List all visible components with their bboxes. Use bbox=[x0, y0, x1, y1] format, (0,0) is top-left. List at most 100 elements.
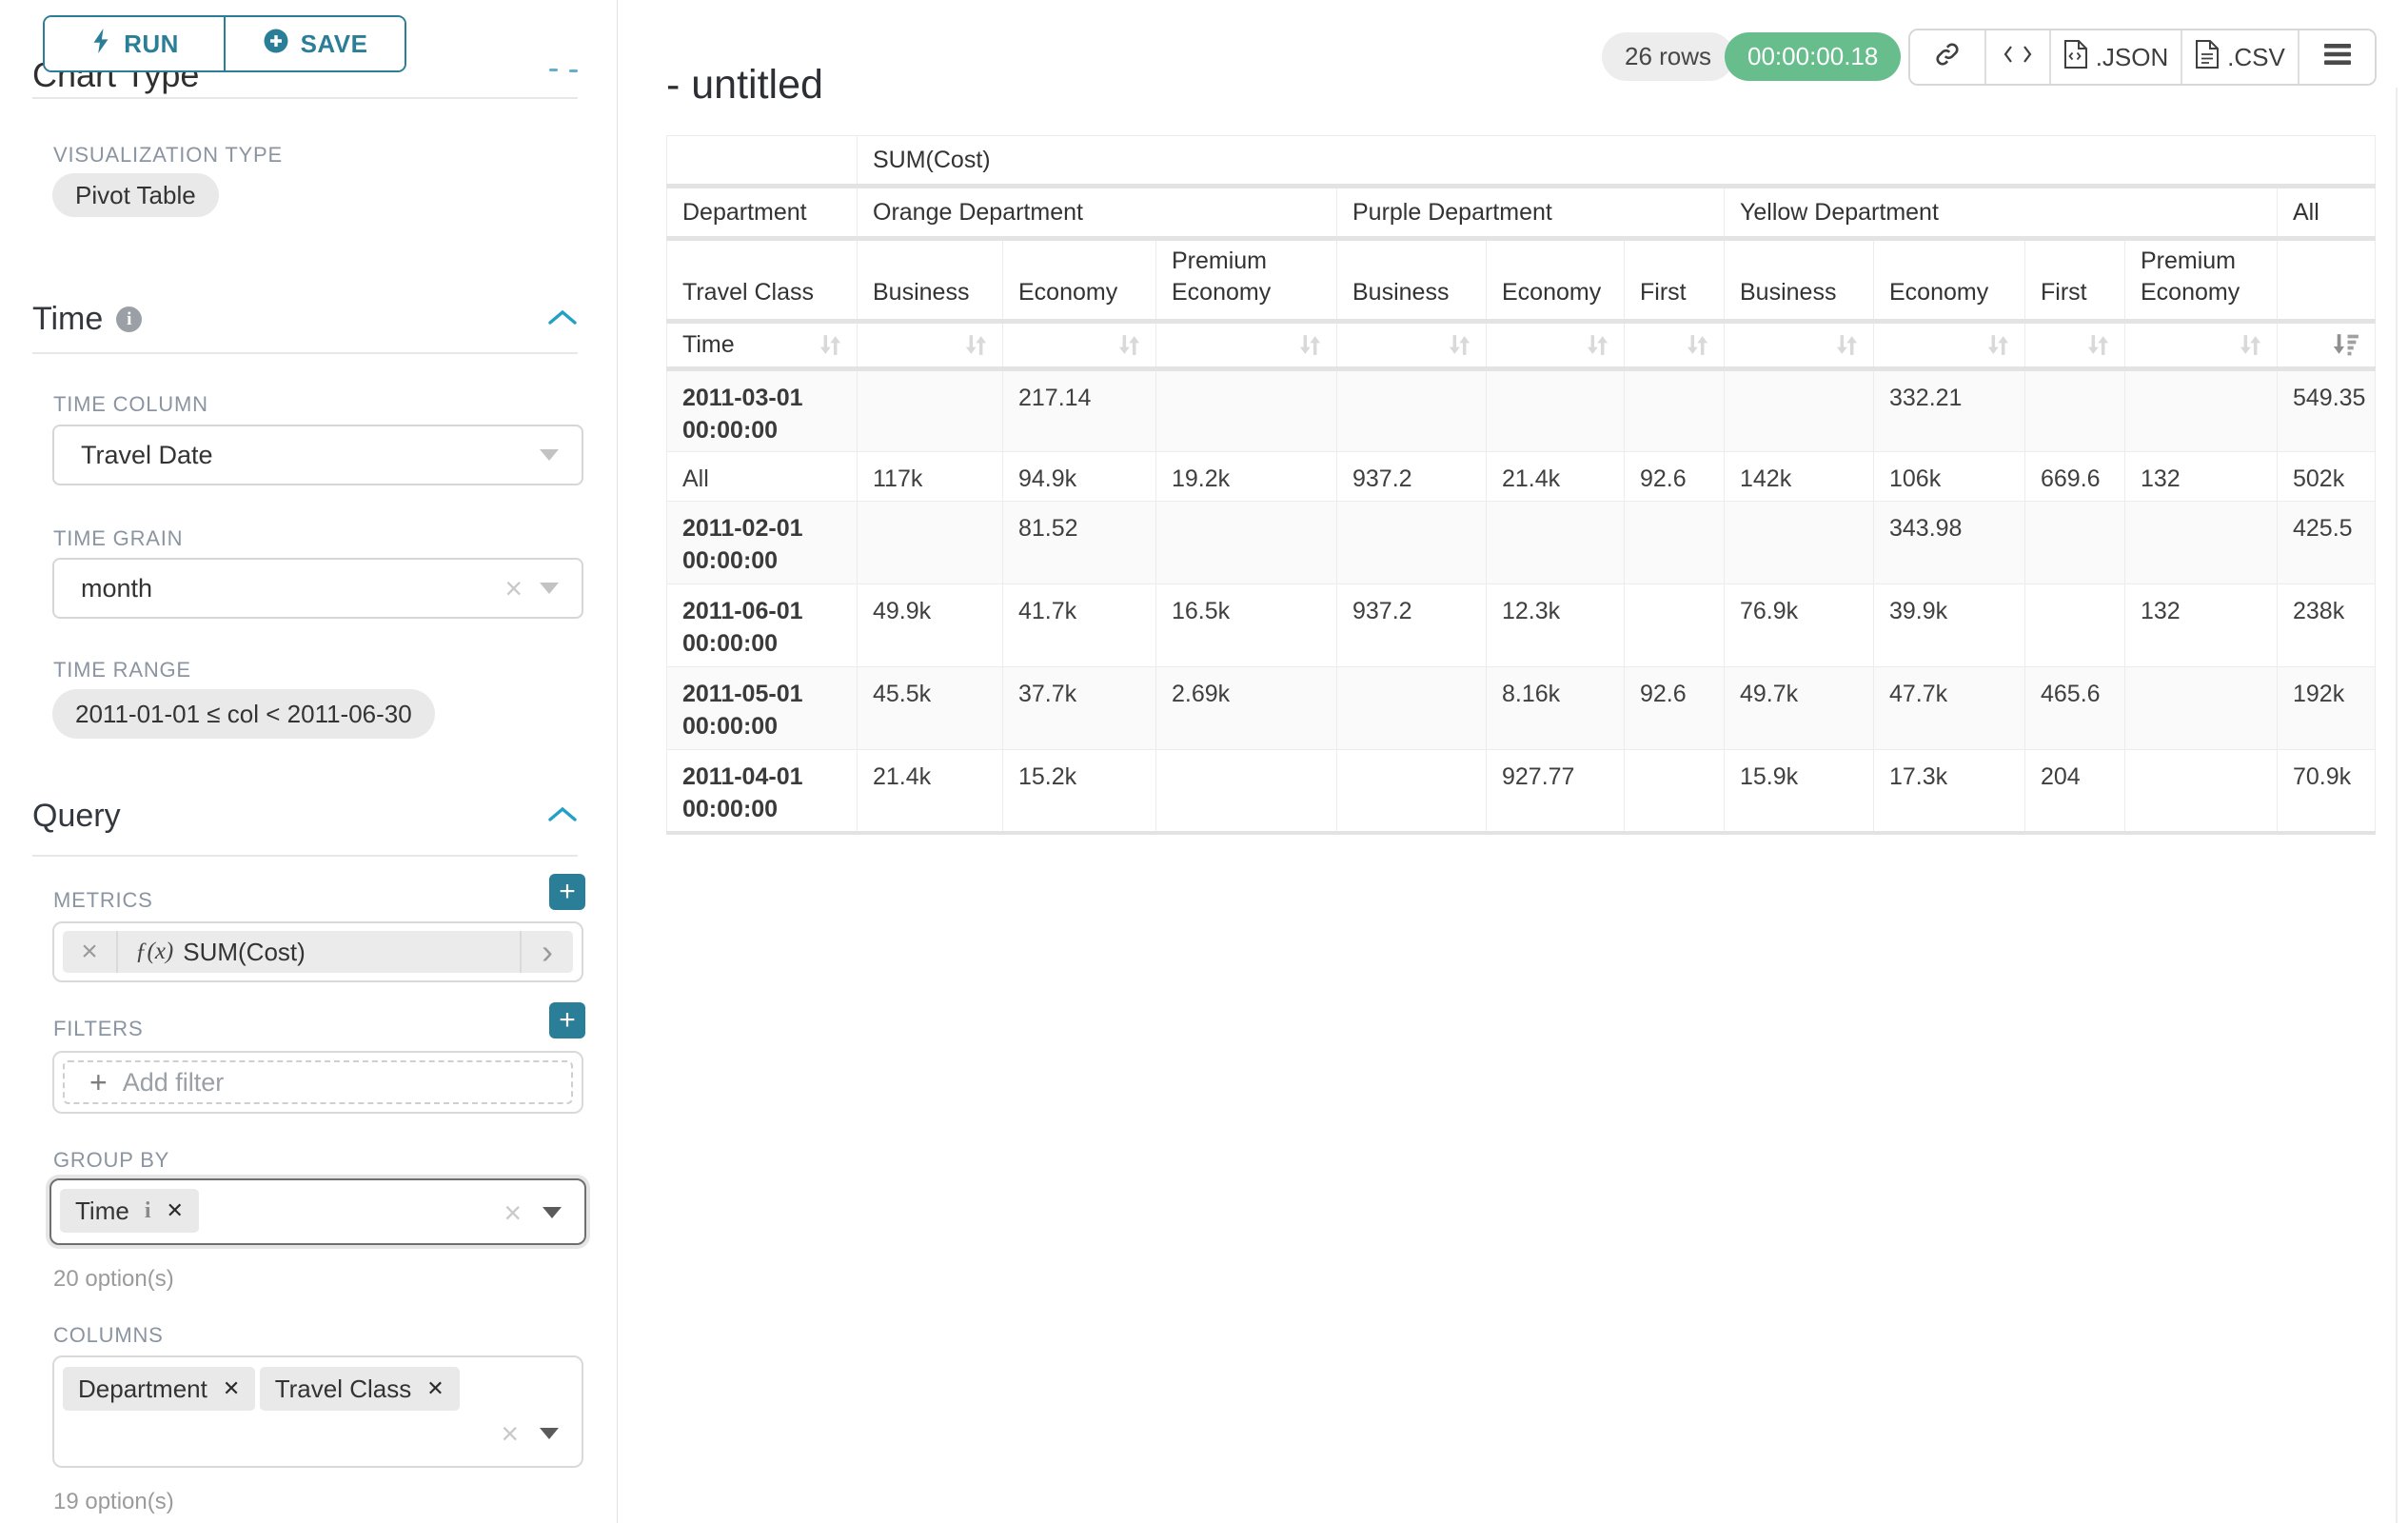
plus-circle-icon bbox=[263, 28, 289, 61]
info-icon[interactable]: i bbox=[116, 307, 142, 332]
sort-cell[interactable] bbox=[858, 322, 1003, 369]
query-duration-badge: 00:00:00.18 bbox=[1725, 32, 1901, 81]
pivot-cell: 204 bbox=[2025, 750, 2125, 833]
pivot-cell: 92.6 bbox=[1625, 452, 1725, 502]
export-json-button[interactable]: .JSON bbox=[2051, 30, 2182, 84]
add-filter-placeholder: Add filter bbox=[123, 1068, 225, 1098]
pivot-cell: 39.9k bbox=[1874, 584, 2025, 667]
pivot-cell bbox=[1156, 750, 1337, 833]
columns-select[interactable]: Department ✕ Travel Class ✕ × bbox=[52, 1355, 583, 1468]
time-column-value: Travel Date bbox=[81, 441, 213, 470]
row-label: 2011-05-01 00:00:00 bbox=[667, 667, 858, 750]
sort-cell[interactable] bbox=[1625, 322, 1725, 369]
row-label: All bbox=[667, 452, 858, 502]
columns-chip[interactable]: Department ✕ bbox=[63, 1367, 255, 1411]
sort-icon[interactable] bbox=[1585, 332, 1610, 358]
pivot-row: All117k94.9k19.2k937.221.4k92.6142k106k6… bbox=[667, 452, 2376, 502]
sort-cell[interactable] bbox=[1156, 322, 1337, 369]
pivot-cell: 343.98 bbox=[1874, 502, 2025, 584]
travel-class-header: Business bbox=[858, 239, 1003, 322]
function-icon: ƒ(x) bbox=[135, 939, 173, 965]
travel-class-header: Economy bbox=[1003, 239, 1156, 322]
chevron-down-icon bbox=[540, 1428, 559, 1439]
sort-cell[interactable] bbox=[2125, 322, 2278, 369]
save-button[interactable]: SAVE bbox=[226, 17, 405, 70]
sort-icon[interactable] bbox=[1297, 332, 1323, 358]
group-by-select[interactable]: Time i ✕ × bbox=[49, 1178, 586, 1245]
time-range-pill[interactable]: 2011-01-01 ≤ col < 2011-06-30 bbox=[52, 689, 435, 739]
export-csv-button[interactable]: .CSV bbox=[2182, 30, 2299, 84]
metric-chip[interactable]: × ƒ(x) SUM(Cost) › bbox=[63, 931, 573, 973]
sort-cell[interactable] bbox=[1487, 322, 1625, 369]
clear-icon[interactable]: × bbox=[503, 1196, 522, 1231]
pivot-row: 2011-03-01 00:00:00217.14332.21549.35 bbox=[667, 369, 2376, 452]
time-column-select[interactable]: Travel Date bbox=[52, 425, 583, 485]
pivot-row: 2011-05-01 00:00:0045.5k37.7k2.69k8.16k9… bbox=[667, 667, 2376, 750]
sort-cell[interactable] bbox=[1874, 322, 2025, 369]
clear-icon[interactable]: × bbox=[504, 571, 523, 606]
add-filter-plus-button[interactable]: + bbox=[549, 1002, 585, 1038]
collapse-chevron-icon[interactable] bbox=[547, 308, 578, 330]
sort-icon[interactable] bbox=[2238, 332, 2263, 358]
remove-metric-icon[interactable]: × bbox=[63, 931, 118, 973]
time-sort-header[interactable]: Time bbox=[667, 322, 858, 369]
collapse-chevron-icon[interactable] bbox=[547, 805, 578, 827]
pivot-cell bbox=[2025, 502, 2125, 584]
columns-chip-label: Travel Class bbox=[275, 1375, 412, 1404]
remove-chip-icon[interactable]: ✕ bbox=[166, 1198, 183, 1223]
pivot-cell bbox=[1337, 750, 1487, 833]
clear-icon[interactable]: × bbox=[501, 1416, 519, 1452]
pivot-cell bbox=[2025, 369, 2125, 452]
pivot-cell: 45.5k bbox=[858, 667, 1003, 750]
menu-button[interactable] bbox=[2299, 30, 2375, 84]
csv-file-icon bbox=[2195, 39, 2220, 76]
sort-icon[interactable] bbox=[1685, 332, 1710, 358]
department-axis-label: Department bbox=[667, 187, 858, 239]
visualization-type-label: VISUALIZATION TYPE bbox=[53, 143, 283, 168]
pivot-cell: 142k bbox=[1725, 452, 1874, 502]
pivot-cell bbox=[1625, 750, 1725, 833]
time-grain-label: TIME GRAIN bbox=[53, 526, 183, 551]
visualization-type-pill[interactable]: Pivot Table bbox=[52, 173, 219, 217]
section-divider bbox=[32, 352, 578, 354]
pivot-cell: 238k bbox=[2278, 584, 2376, 667]
run-button[interactable]: RUN bbox=[45, 17, 226, 70]
sort-icon[interactable] bbox=[1447, 332, 1472, 358]
department-header-row: DepartmentOrange DepartmentPurple Depart… bbox=[667, 187, 2376, 239]
sort-icon[interactable] bbox=[1834, 332, 1860, 358]
sort-cell[interactable] bbox=[2278, 322, 2376, 369]
sort-icon[interactable] bbox=[1116, 332, 1142, 358]
pivot-cell bbox=[1725, 502, 1874, 584]
sort-icon[interactable] bbox=[963, 332, 989, 358]
sort-desc-icon[interactable] bbox=[2332, 332, 2361, 358]
pivot-cell bbox=[1725, 369, 1874, 452]
sort-icon[interactable] bbox=[1985, 332, 2011, 358]
add-metric-button[interactable]: + bbox=[549, 874, 585, 910]
sort-cell[interactable] bbox=[2025, 322, 2125, 369]
add-filter-button[interactable]: + Add filter bbox=[63, 1060, 573, 1104]
sort-cell[interactable] bbox=[1337, 322, 1487, 369]
view-query-button[interactable] bbox=[1986, 30, 2051, 84]
sort-icon[interactable] bbox=[2085, 332, 2111, 358]
pivot-cell bbox=[1625, 502, 1725, 584]
remove-chip-icon[interactable]: ✕ bbox=[223, 1376, 240, 1401]
pivot-cell bbox=[1156, 369, 1337, 452]
travel-class-header: Premium Economy bbox=[1156, 239, 1337, 322]
sort-cell[interactable] bbox=[1003, 322, 1156, 369]
group-by-chip[interactable]: Time i ✕ bbox=[60, 1189, 199, 1233]
pivot-table-container: SUM(Cost)DepartmentOrange DepartmentPurp… bbox=[666, 135, 2376, 835]
chevron-right-icon[interactable]: › bbox=[520, 931, 573, 973]
chevron-down-icon bbox=[540, 583, 559, 594]
sort-row: Time bbox=[667, 322, 2376, 369]
lightning-icon bbox=[89, 28, 112, 61]
share-link-button[interactable] bbox=[1910, 30, 1986, 84]
columns-chip[interactable]: Travel Class ✕ bbox=[260, 1367, 460, 1411]
pivot-cell bbox=[2025, 584, 2125, 667]
remove-chip-icon[interactable]: ✕ bbox=[426, 1376, 444, 1401]
sort-icon[interactable] bbox=[818, 332, 843, 358]
pivot-cell bbox=[2125, 750, 2278, 833]
department-group-header: Orange Department bbox=[858, 187, 1337, 239]
sort-cell[interactable] bbox=[1725, 322, 1874, 369]
time-grain-select[interactable]: month × bbox=[52, 558, 583, 619]
scrollbar-track[interactable] bbox=[2396, 88, 2398, 1523]
